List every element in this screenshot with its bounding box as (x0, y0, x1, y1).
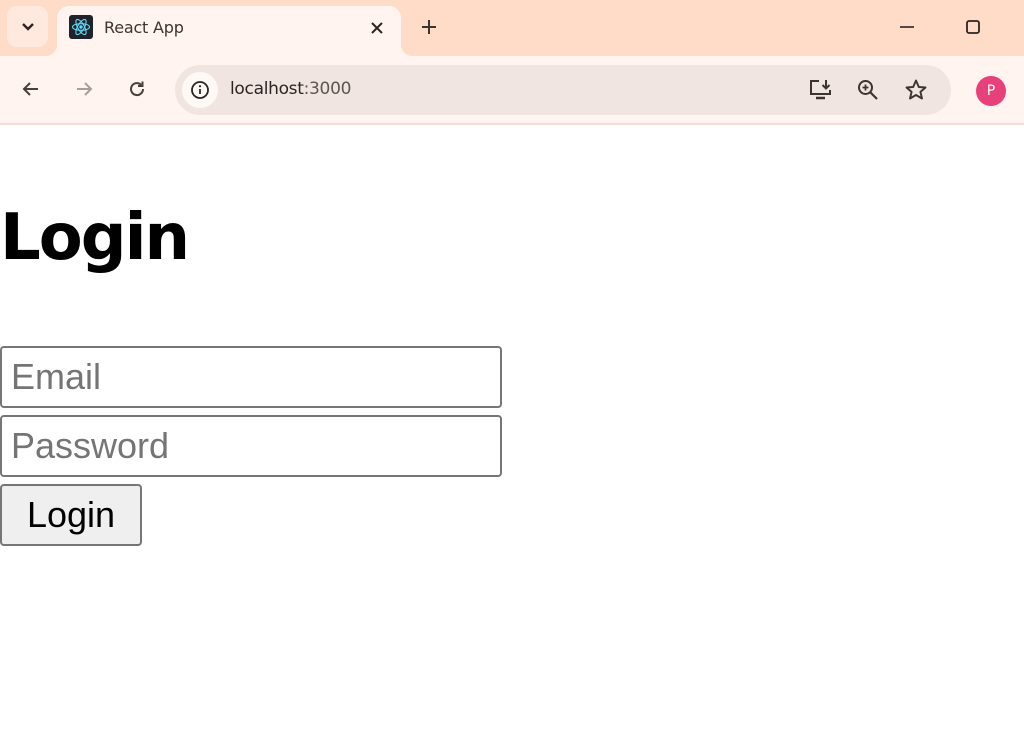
zoom-button[interactable] (854, 76, 882, 104)
zoom-icon (858, 80, 878, 100)
login-button[interactable]: Login (0, 484, 142, 546)
url-text[interactable]: localhost:3000 (230, 79, 351, 99)
forward-button[interactable] (68, 73, 100, 105)
url-host: localhost (230, 79, 304, 99)
site-info-button[interactable] (182, 72, 218, 108)
maximize-button[interactable] (958, 12, 988, 42)
info-icon (191, 81, 209, 99)
profile-avatar[interactable]: P (976, 76, 1006, 106)
maximize-icon (966, 20, 980, 34)
tab-search-button[interactable] (7, 6, 48, 47)
tab-strip: React App (0, 0, 1024, 56)
reload-icon (130, 81, 145, 97)
address-bar[interactable]: localhost:3000 (175, 65, 951, 115)
install-app-icon (810, 80, 831, 100)
tab-react-app[interactable]: React App (45, 6, 413, 56)
email-input[interactable] (0, 346, 502, 408)
back-button[interactable] (15, 73, 47, 105)
bookmark-star-icon (905, 79, 927, 100)
arrow-left-icon (22, 82, 38, 96)
url-port: :3000 (303, 79, 352, 99)
minimize-button[interactable] (892, 12, 922, 42)
chevron-down-icon (21, 22, 34, 31)
page-content: Login Login (0, 127, 1024, 743)
reload-button[interactable] (121, 73, 153, 105)
page-title: Login (0, 201, 190, 275)
bookmark-button[interactable] (902, 76, 930, 104)
close-icon (371, 22, 383, 34)
install-app-button[interactable] (807, 76, 835, 104)
react-logo-icon (69, 15, 93, 39)
minimize-icon (900, 26, 914, 28)
tab-close-button[interactable] (365, 16, 389, 40)
tab-title: React App (104, 18, 184, 37)
browser-toolbar: localhost:3000 P (0, 56, 1024, 125)
plus-icon (422, 20, 436, 34)
password-input[interactable] (0, 415, 502, 477)
new-tab-button[interactable] (414, 12, 444, 42)
arrow-right-icon (77, 82, 93, 96)
